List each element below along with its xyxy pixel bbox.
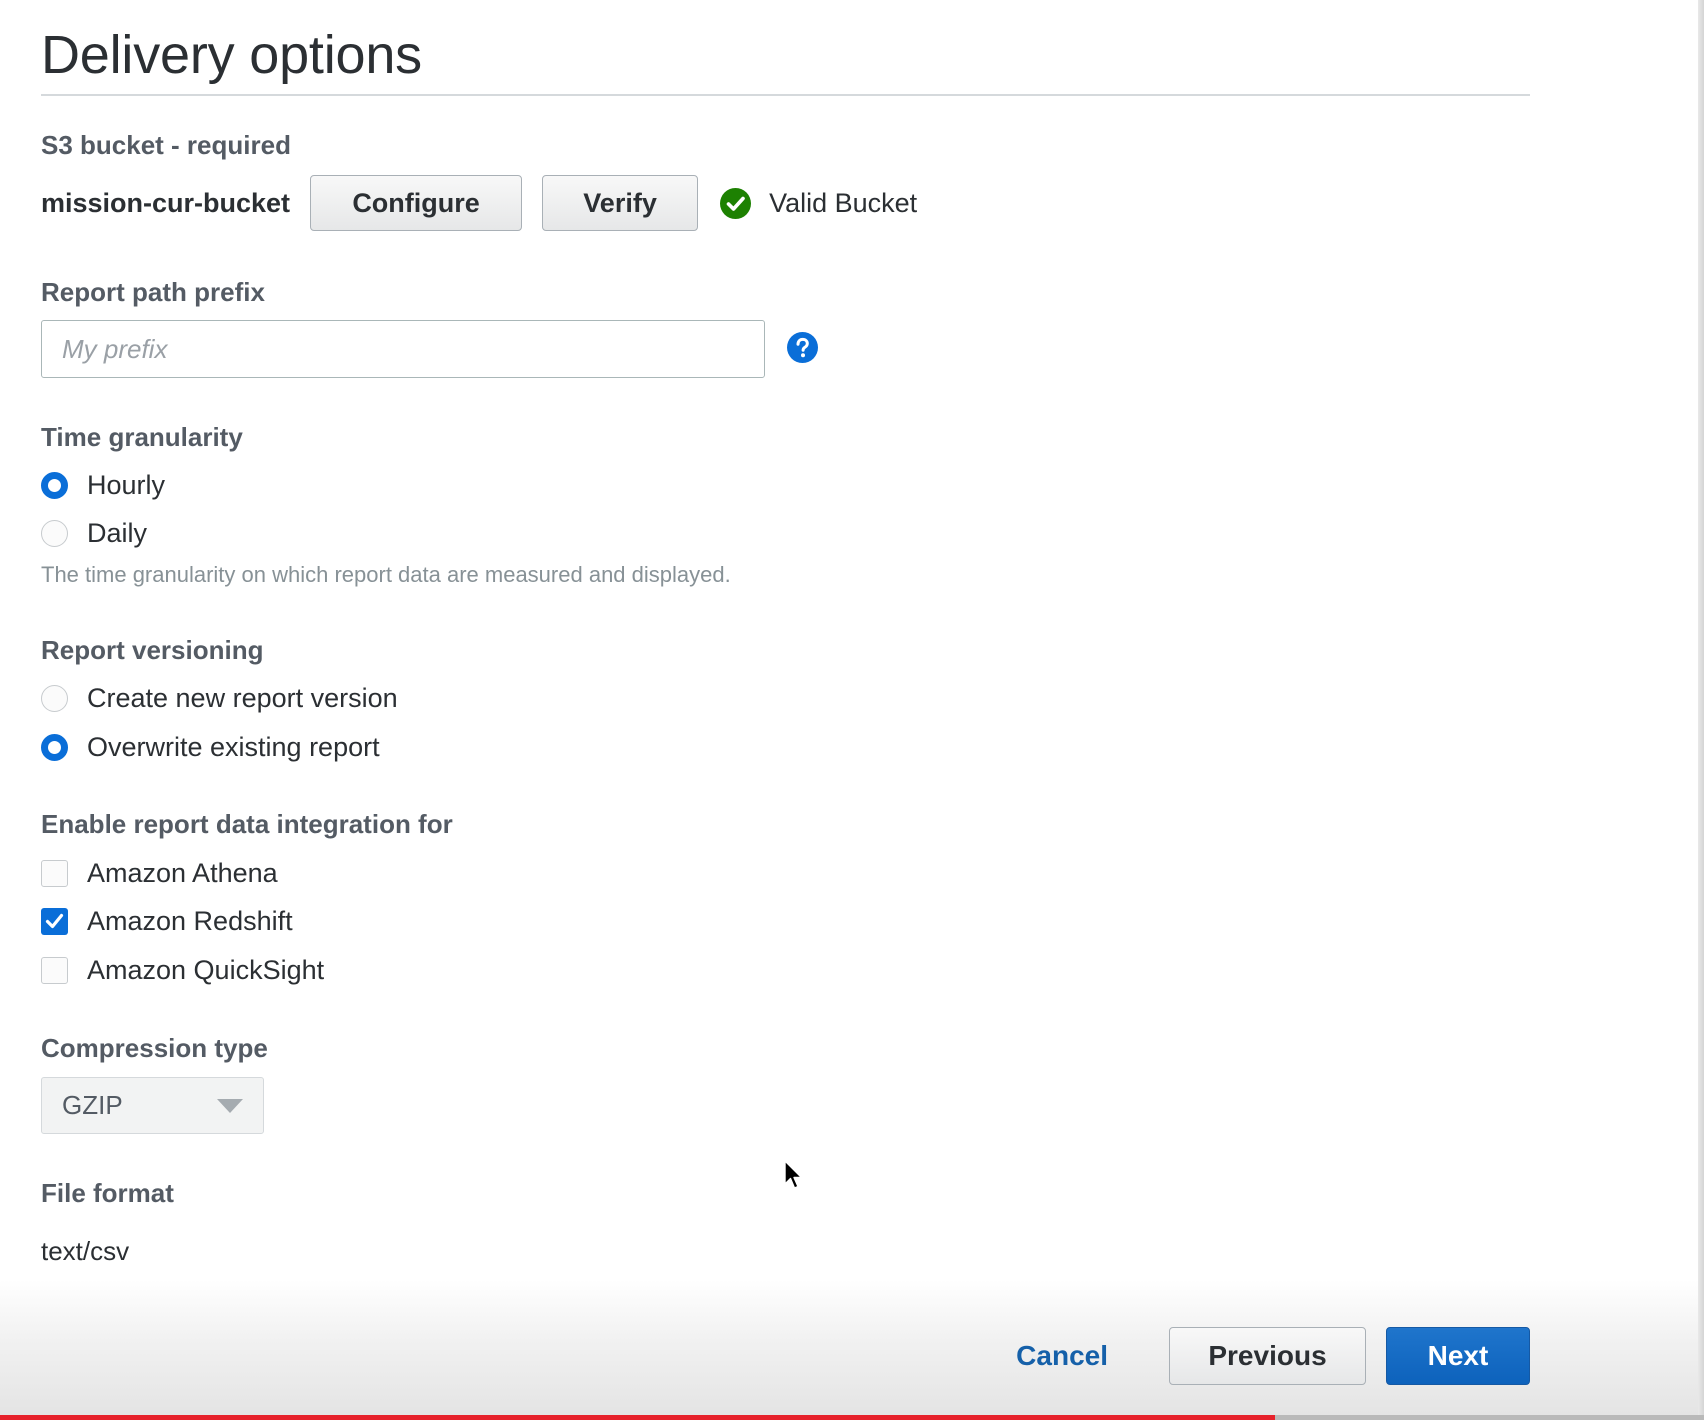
radio-option-daily[interactable]: Daily xyxy=(41,516,147,550)
radio-label: Overwrite existing report xyxy=(87,731,380,762)
radio-label: Daily xyxy=(87,517,148,548)
time-granularity-label: Time granularity xyxy=(41,422,243,452)
radio-option-hourly[interactable]: Hourly xyxy=(41,468,165,502)
checkbox[interactable] xyxy=(41,859,68,887)
caret-down-icon xyxy=(217,1098,243,1113)
radio-label: Hourly xyxy=(87,469,166,500)
file-format-label: File format xyxy=(41,1178,174,1208)
cancel-button[interactable]: Cancel xyxy=(1016,1340,1108,1372)
radio-button-checked[interactable] xyxy=(41,733,68,761)
next-button[interactable]: Next xyxy=(1386,1327,1530,1385)
compression-type-value: GZIP xyxy=(62,1090,123,1120)
checkbox-checked[interactable] xyxy=(41,907,68,935)
radio-button[interactable] xyxy=(41,684,68,712)
delivery-options-page: Delivery options S3 bucket - required mi… xyxy=(0,0,1704,1420)
checkbox-label: Amazon Athena xyxy=(87,857,278,888)
report-path-prefix-label: Report path prefix xyxy=(41,277,265,307)
radio-button[interactable] xyxy=(41,519,68,547)
s3-bucket-row: mission-cur-bucket Configure Verify Vali… xyxy=(41,174,917,232)
time-granularity-hint: The time granularity on which report dat… xyxy=(41,562,731,587)
s3-bucket-label: S3 bucket - required xyxy=(41,130,291,160)
checkbox-option-quicksight[interactable]: Amazon QuickSight xyxy=(41,953,324,987)
checkbox-option-athena[interactable]: Amazon Athena xyxy=(41,856,278,890)
bucket-status-text: Valid Bucket xyxy=(769,187,918,218)
checkbox[interactable] xyxy=(41,956,68,984)
page-title: Delivery options xyxy=(41,25,422,85)
video-progress-bar[interactable] xyxy=(0,1415,1704,1420)
bucket-name: mission-cur-bucket xyxy=(41,187,291,218)
window-edge xyxy=(1698,0,1704,1420)
radio-option-overwrite-existing[interactable]: Overwrite existing report xyxy=(41,730,380,764)
check-circle-icon xyxy=(720,187,752,219)
radio-label: Create new report version xyxy=(87,682,398,713)
checkmark-icon xyxy=(45,913,64,928)
previous-button[interactable]: Previous xyxy=(1169,1327,1366,1385)
radio-button-checked[interactable] xyxy=(41,471,68,499)
wizard-actions: Cancel Previous Next xyxy=(0,1327,1530,1385)
title-divider xyxy=(41,94,1530,96)
checkbox-option-redshift[interactable]: Amazon Redshift xyxy=(41,904,293,938)
integration-label: Enable report data integration for xyxy=(41,809,453,839)
file-format-value: text/csv xyxy=(41,1236,130,1266)
verify-button[interactable]: Verify xyxy=(542,175,699,231)
checkbox-label: Amazon Redshift xyxy=(87,905,293,936)
mouse-pointer-icon xyxy=(784,1160,803,1189)
configure-button[interactable]: Configure xyxy=(310,175,523,231)
compression-type-label: Compression type xyxy=(41,1033,268,1063)
video-progress-fill xyxy=(0,1415,1275,1420)
report-versioning-label: Report versioning xyxy=(41,635,264,665)
radio-option-create-new-version[interactable]: Create new report version xyxy=(41,681,398,715)
report-path-prefix-input[interactable] xyxy=(41,320,765,378)
question-circle-icon[interactable] xyxy=(787,332,818,363)
checkbox-label: Amazon QuickSight xyxy=(87,954,325,985)
compression-type-select[interactable]: GZIP xyxy=(41,1077,264,1134)
